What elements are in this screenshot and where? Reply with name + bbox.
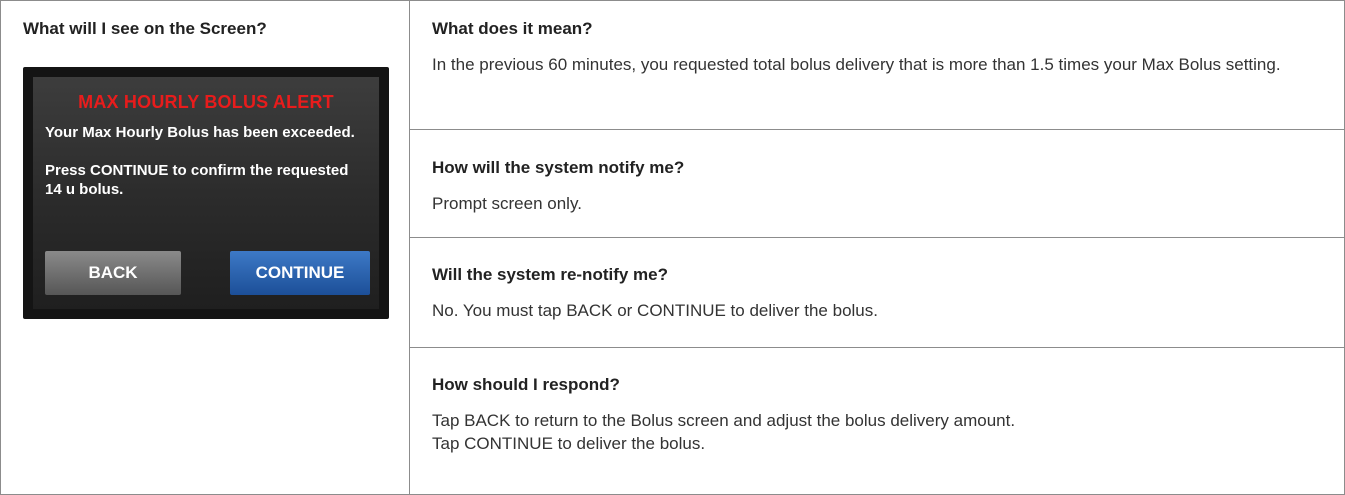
row-text-line: Tap CONTINUE to deliver the bolus.	[432, 434, 706, 453]
row-heading: How should I respond?	[432, 375, 620, 394]
back-button[interactable]: BACK	[45, 251, 181, 295]
row-text: Tap BACK to return to the Bolus screen a…	[432, 409, 1322, 455]
row-text-line: Tap BACK to return to the Bolus screen a…	[432, 411, 1016, 430]
row-text: No. You must tap BACK or CONTINUE to del…	[432, 301, 878, 320]
continue-button[interactable]: CONTINUE	[230, 251, 370, 295]
renotify-row: Will the system re-notify me? No. You mu…	[410, 238, 1344, 348]
pump-screen: MAX HOURLY BOLUS ALERT Your Max Hourly B…	[33, 77, 379, 309]
alert-title: MAX HOURLY BOLUS ALERT	[78, 92, 334, 112]
explanation-column: What does it mean? In the previous 60 mi…	[410, 1, 1344, 494]
row-text: In the previous 60 minutes, you requeste…	[432, 55, 1281, 74]
screen-column: What will I see on the Screen? MAX HOURL…	[1, 1, 410, 494]
row-heading: Will the system re-notify me?	[432, 265, 669, 284]
alert-message: Your Max Hourly Bolus has been exceeded.…	[45, 123, 365, 199]
row-heading: What does it mean?	[432, 19, 593, 38]
row-heading: How will the system notify me?	[432, 158, 685, 177]
respond-row: How should I respond? Tap BACK to return…	[410, 348, 1344, 494]
info-table: What will I see on the Screen? MAX HOURL…	[0, 0, 1345, 495]
meaning-row: What does it mean? In the previous 60 mi…	[410, 1, 1344, 130]
row-text: Prompt screen only.	[432, 194, 582, 213]
alert-message-line: Your Max Hourly Bolus has been exceeded.	[45, 124, 355, 141]
alert-message-line: Press CONTINUE to confirm the requested …	[45, 162, 349, 198]
screen-column-heading: What will I see on the Screen?	[23, 19, 267, 38]
pump-device-frame: MAX HOURLY BOLUS ALERT Your Max Hourly B…	[23, 67, 389, 319]
notify-row: How will the system notify me? Prompt sc…	[410, 130, 1344, 238]
